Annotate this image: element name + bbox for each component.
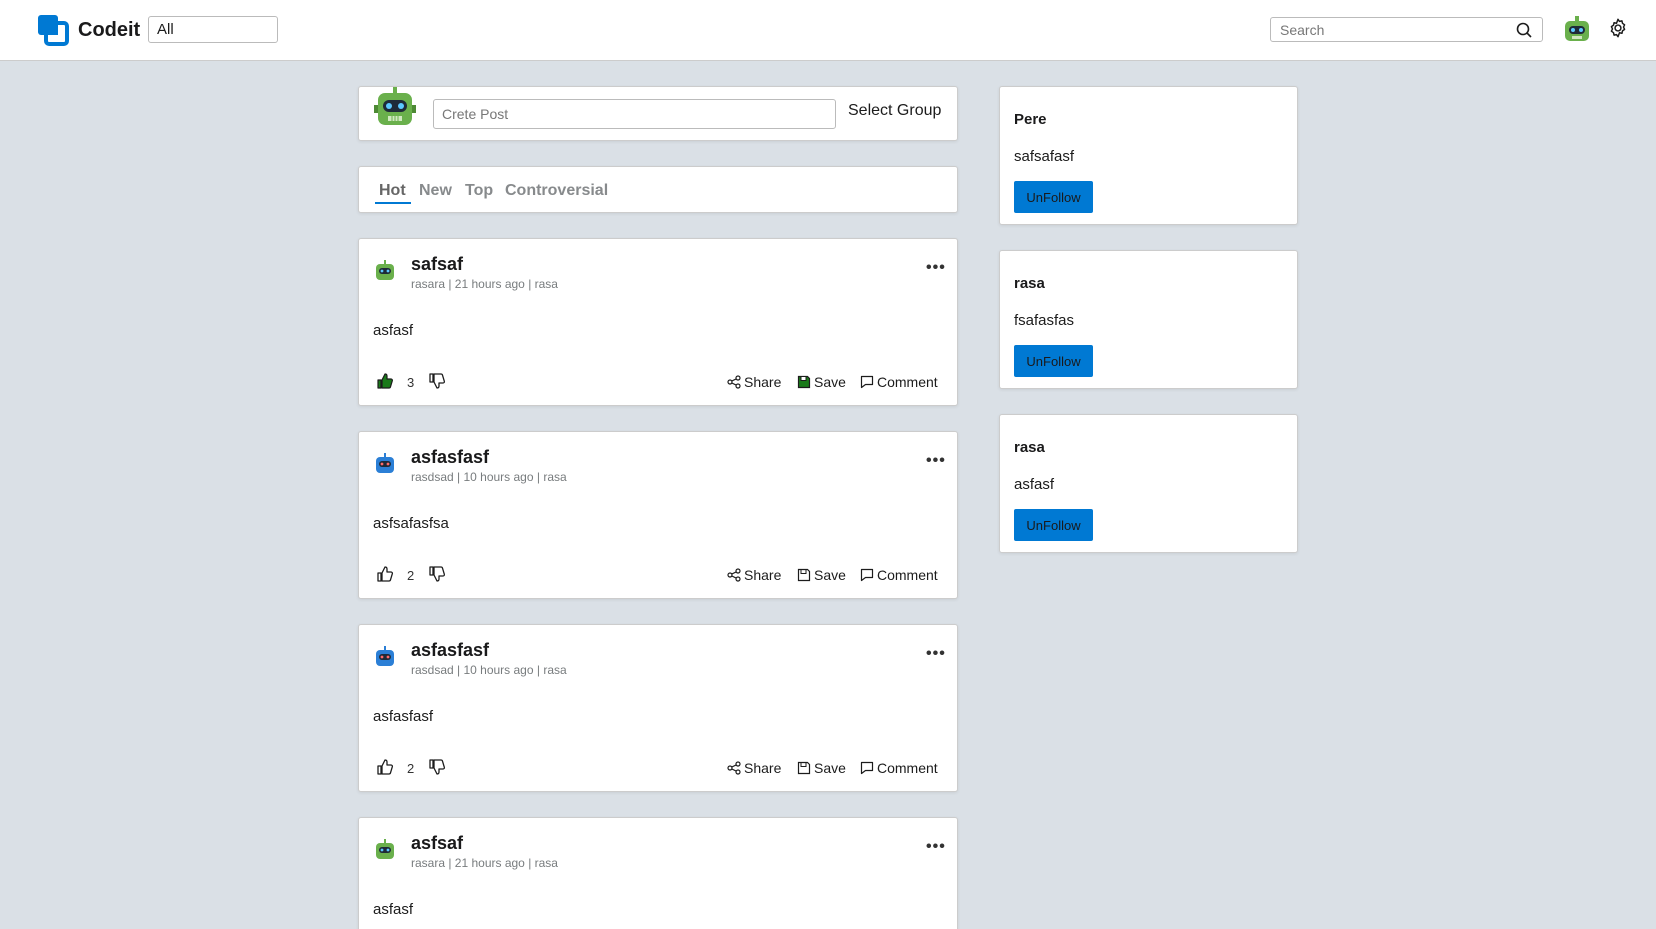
brand-name[interactable]: Codeit — [78, 19, 140, 42]
vote-count: 2 — [407, 761, 415, 776]
post-meta: rasdsad | 10 hours ago | rasa — [411, 470, 567, 484]
share-icon — [727, 761, 741, 775]
select-group-button[interactable]: Select Group — [848, 102, 941, 120]
group-card: Pere safsafasf UnFollow — [999, 86, 1298, 225]
active-tab-underline — [375, 202, 411, 204]
more-options-icon[interactable]: ••• — [926, 452, 946, 470]
thumbs-down-icon[interactable] — [428, 565, 446, 583]
post-card[interactable]: asfasfasf rasdsad | 10 hours ago | rasa … — [358, 431, 958, 599]
post-title[interactable]: asfasfasf — [411, 447, 489, 468]
share-button[interactable]: Share — [727, 374, 781, 390]
tab-top[interactable]: Top — [465, 182, 493, 200]
share-icon — [727, 568, 741, 582]
comment-button[interactable]: Comment — [860, 567, 938, 583]
green-robot-icon — [376, 260, 394, 280]
thumbs-up-icon[interactable] — [376, 758, 394, 776]
post-title[interactable]: asfsaf — [411, 833, 463, 854]
save-button[interactable]: Save — [797, 760, 846, 776]
blue-robot-icon — [376, 453, 394, 473]
save-icon — [797, 568, 811, 582]
post-meta: rasara | 21 hours ago | rasa — [411, 277, 558, 291]
share-button[interactable]: Share — [727, 760, 781, 776]
sort-tabs-card: Hot New Top Controversial — [358, 166, 958, 213]
group-title[interactable]: Pere — [1014, 111, 1047, 128]
group-card: rasa fsafasfas UnFollow — [999, 250, 1298, 389]
save-label: Save — [814, 567, 846, 583]
post-title[interactable]: asfasfasf — [411, 640, 489, 661]
share-label: Share — [744, 374, 782, 390]
save-label: Save — [814, 374, 846, 390]
create-post-card: Select Group — [358, 86, 958, 141]
user-avatar-icon — [374, 87, 416, 125]
user-avatar-icon[interactable] — [1562, 14, 1592, 46]
unfollow-button[interactable]: UnFollow — [1014, 345, 1093, 377]
more-options-icon[interactable]: ••• — [926, 645, 946, 663]
blue-robot-icon — [376, 646, 394, 666]
share-label: Share — [744, 760, 782, 776]
vote-count: 2 — [407, 568, 415, 583]
green-robot-icon — [376, 839, 394, 859]
search-input[interactable] — [1271, 18, 1501, 41]
thumbs-down-icon[interactable] — [428, 372, 446, 390]
comment-button[interactable]: Comment — [860, 760, 938, 776]
post-card[interactable]: asfsaf rasara | 21 hours ago | rasa ••• … — [358, 817, 958, 929]
post-meta: rasdsad | 10 hours ago | rasa — [411, 663, 567, 677]
search-box — [1270, 17, 1543, 42]
share-label: Share — [744, 567, 782, 583]
more-options-icon[interactable]: ••• — [926, 838, 946, 856]
group-description: fsafasfas — [1014, 312, 1075, 329]
save-icon — [797, 375, 811, 389]
group-description: safsafasf — [1014, 148, 1075, 165]
save-button[interactable]: Save — [797, 567, 846, 583]
group-description: asfasf — [1014, 476, 1055, 493]
post-card[interactable]: asfasfasf rasdsad | 10 hours ago | rasa … — [358, 624, 958, 792]
save-label: Save — [814, 760, 846, 776]
post-body: asfasf — [373, 322, 414, 339]
tab-controversial[interactable]: Controversial — [505, 182, 608, 200]
more-options-icon[interactable]: ••• — [926, 259, 946, 277]
share-icon — [727, 375, 741, 389]
comment-icon — [860, 568, 874, 582]
group-title[interactable]: rasa — [1014, 439, 1045, 456]
comment-icon — [860, 375, 874, 389]
share-button[interactable]: Share — [727, 567, 781, 583]
save-icon — [797, 761, 811, 775]
comment-label: Comment — [877, 567, 938, 583]
post-card[interactable]: safsaf rasara | 21 hours ago | rasa ••• … — [358, 238, 958, 406]
gear-icon[interactable] — [1607, 17, 1629, 39]
vote-count: 3 — [407, 375, 415, 390]
comment-label: Comment — [877, 760, 938, 776]
codeit-logo-icon[interactable] — [37, 14, 69, 46]
comment-button[interactable]: Comment — [860, 374, 938, 390]
tab-hot[interactable]: Hot — [379, 182, 406, 200]
post-meta: rasara | 21 hours ago | rasa — [411, 856, 558, 870]
community-filter-select[interactable]: All — [148, 16, 278, 43]
save-button[interactable]: Save — [797, 374, 846, 390]
thumbs-down-icon[interactable] — [428, 758, 446, 776]
comment-label: Comment — [877, 374, 938, 390]
create-post-input[interactable] — [433, 99, 836, 129]
post-body: asfasf — [373, 901, 414, 918]
group-title[interactable]: rasa — [1014, 275, 1045, 292]
unfollow-button[interactable]: UnFollow — [1014, 181, 1093, 213]
search-icon[interactable] — [1516, 22, 1532, 38]
tab-new[interactable]: New — [419, 182, 452, 200]
unfollow-button[interactable]: UnFollow — [1014, 509, 1093, 541]
group-card: rasa asfasf UnFollow — [999, 414, 1298, 553]
thumbs-up-icon[interactable] — [376, 372, 394, 390]
post-body: asfsafasfsa — [373, 515, 449, 532]
comment-icon — [860, 761, 874, 775]
post-title[interactable]: safsaf — [411, 254, 463, 275]
post-body: asfasfasf — [373, 708, 434, 725]
thumbs-up-icon[interactable] — [376, 565, 394, 583]
top-header: Codeit All — [0, 0, 1656, 61]
